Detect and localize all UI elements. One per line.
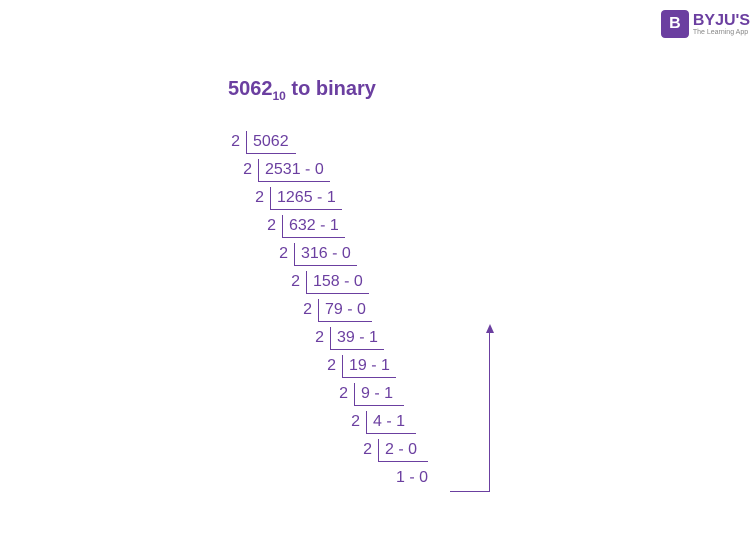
division-step: 22531 - 0 [240, 156, 440, 184]
divisor: 2 [264, 217, 282, 235]
division-step: 2316 - 0 [276, 240, 440, 268]
divisor: 2 [360, 441, 378, 459]
logo-main: BYJU'S [693, 13, 750, 29]
division-step: 22 - 0 [360, 436, 440, 464]
divisor: 2 [252, 189, 270, 207]
division-step: 219 - 1 [324, 352, 440, 380]
division-step: 24 - 1 [348, 408, 440, 436]
divisor: 2 [288, 273, 306, 291]
logo-subtitle: The Learning App [693, 29, 750, 36]
title-suffix: to binary [286, 78, 376, 100]
quotient-remainder: 2531 - 0 [258, 159, 330, 182]
logo: B BYJU'S The Learning App [661, 10, 750, 38]
division-step: 25062 [228, 128, 440, 156]
logo-text: BYJU'S The Learning App [693, 13, 750, 36]
division-step: 29 - 1 [336, 380, 440, 408]
quotient-remainder: 2 - 0 [378, 439, 428, 462]
title-number: 5062 [228, 78, 273, 100]
division-step: 21265 - 1 [252, 184, 440, 212]
title-base: 10 [273, 89, 286, 103]
quotient-remainder: 9 - 1 [354, 383, 404, 406]
divisor: 2 [228, 133, 246, 151]
quotient-remainder: 5062 [246, 131, 296, 154]
arrow-base [450, 491, 490, 492]
division-step: 2632 - 1 [264, 212, 440, 240]
quotient-remainder: 158 - 0 [306, 271, 369, 294]
division-ladder: 2506222531 - 021265 - 12632 - 12316 - 02… [228, 128, 440, 492]
divisor: 2 [336, 385, 354, 403]
divisor: 2 [312, 329, 330, 347]
division-step: 2158 - 0 [288, 268, 440, 296]
quotient-remainder: 4 - 1 [366, 411, 416, 434]
divisor: 2 [300, 301, 318, 319]
quotient-remainder: 1 - 0 [390, 467, 440, 489]
quotient-remainder: 79 - 0 [318, 299, 372, 322]
division-step: 239 - 1 [312, 324, 440, 352]
quotient-remainder: 1265 - 1 [270, 187, 342, 210]
arrow-head-icon [486, 324, 494, 333]
divisor: 2 [348, 413, 366, 431]
quotient-remainder: 19 - 1 [342, 355, 396, 378]
arrow-stem [489, 332, 490, 492]
diagram-title: 506210 to binary [228, 78, 376, 103]
quotient-remainder: 632 - 1 [282, 215, 345, 238]
quotient-remainder: 316 - 0 [294, 243, 357, 266]
division-step: 1 - 0 [372, 464, 440, 492]
read-direction-arrow [450, 322, 490, 492]
divisor: 2 [276, 245, 294, 263]
divisor: 2 [240, 161, 258, 179]
quotient-remainder: 39 - 1 [330, 327, 384, 350]
divisor: 2 [324, 357, 342, 375]
division-step: 279 - 0 [300, 296, 440, 324]
logo-badge: B [661, 10, 689, 38]
